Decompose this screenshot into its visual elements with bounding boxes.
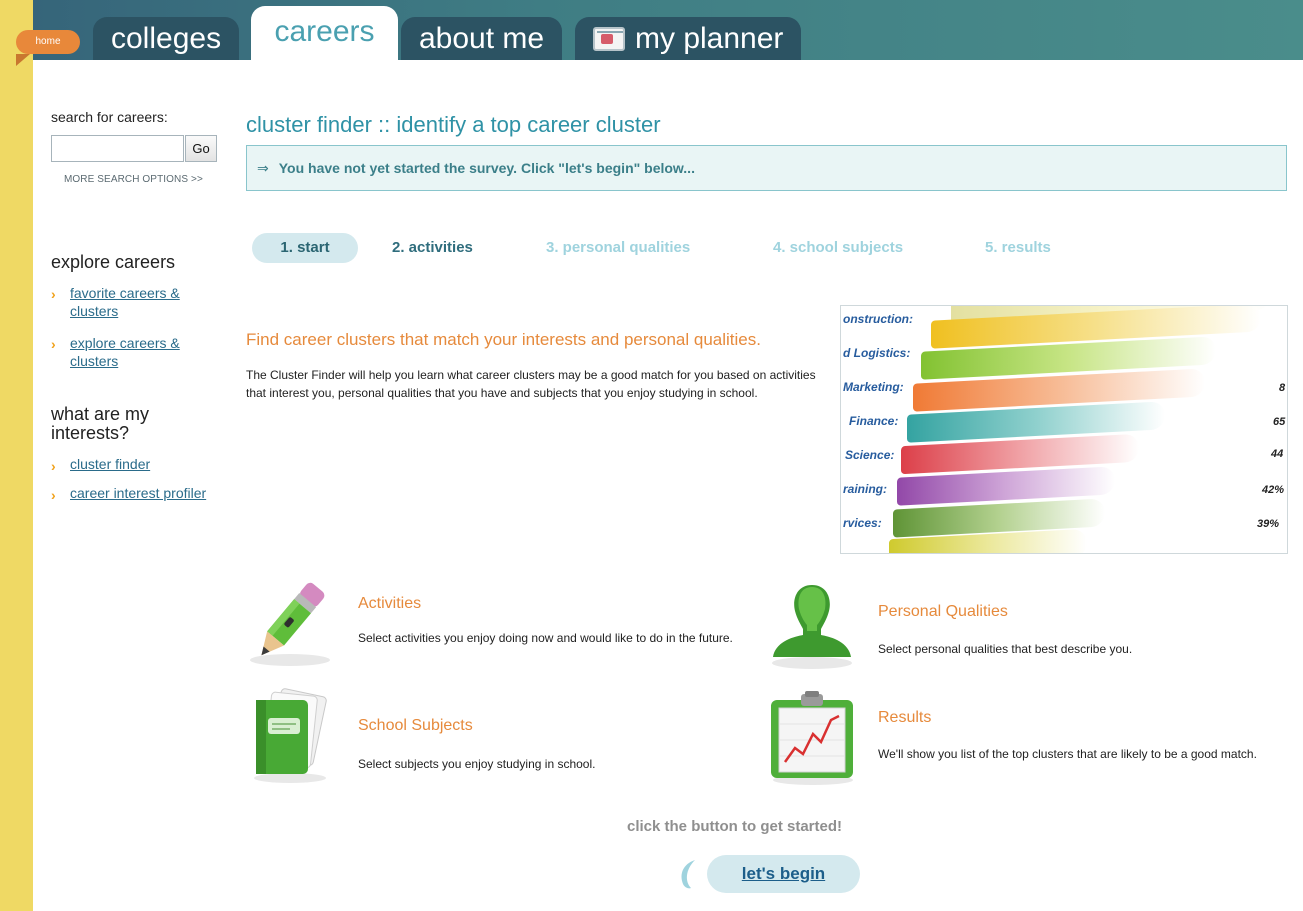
tab-about-me[interactable]: about me (401, 17, 563, 60)
personal-qualities-text: Select personal qualities that best desc… (878, 642, 1133, 656)
explore-careers-link-line1[interactable]: explore careers & (70, 335, 180, 351)
tab-about-me-label: about me (419, 22, 545, 55)
home-tab-notch (16, 54, 30, 66)
tab-my-planner-label: my planner (635, 22, 784, 55)
step-activities[interactable]: 2. activities (392, 233, 473, 263)
left-rail (0, 0, 33, 911)
hero-percent: 39% (1257, 518, 1280, 530)
hero-percent: 65 (1273, 416, 1286, 428)
home-tab[interactable]: home (16, 30, 80, 54)
hero-label: rvices: (843, 516, 882, 530)
career-interest-profiler-link-text[interactable]: career interest profiler (70, 485, 206, 501)
results-text: We'll show you list of the top clusters … (878, 747, 1257, 761)
tab-careers[interactable]: careers (251, 6, 398, 60)
activities-title: Activities (358, 595, 422, 612)
lets-begin-link[interactable]: let's begin (742, 864, 825, 883)
hero-label: Finance: (849, 414, 899, 428)
explore-careers-heading: explore careers (51, 252, 176, 272)
activities-text: Select activities you enjoy doing now an… (358, 631, 733, 645)
results-title: Results (878, 709, 932, 726)
page-title: cluster finder :: identify a top career … (246, 112, 661, 137)
more-search-options-link[interactable]: MORE SEARCH OPTIONS >> (64, 174, 203, 185)
hero-label: Science: (845, 448, 895, 462)
hero-percent: 42% (1262, 484, 1285, 496)
step-results: 5. results (985, 239, 1051, 256)
step-school-subjects: 4. school subjects (773, 239, 904, 256)
notebook-icon (254, 688, 327, 783)
tab-careers-label: careers (274, 15, 375, 48)
swoosh-icon (681, 860, 695, 889)
step-start[interactable]: 1. start (252, 233, 358, 263)
tab-colleges-label: colleges (111, 22, 222, 55)
school-subjects-text: Select subjects you enjoy studying in sc… (358, 757, 596, 771)
school-subjects-title: School Subjects (358, 717, 473, 734)
interests-heading-line1: what are my (51, 404, 150, 424)
hero-label: Marketing: (843, 380, 904, 394)
cluster-finder-link[interactable]: cluster finder (70, 456, 150, 472)
explore-careers-link[interactable]: explore careers & clusters (70, 334, 180, 370)
chevron-right-icon: › (51, 458, 56, 474)
hero-percent: 44 (1271, 448, 1284, 460)
person-icon (772, 585, 852, 669)
step-personal-qualities: 3. personal qualities (546, 239, 691, 256)
explore-careers-link-line2[interactable]: clusters (70, 353, 118, 369)
tab-my-planner[interactable]: my planner (575, 17, 802, 60)
favorite-careers-link-line2[interactable]: clusters (70, 303, 118, 319)
search-input[interactable] (51, 135, 184, 162)
chart-clipboard-icon (771, 691, 853, 785)
tab-colleges[interactable]: colleges (93, 17, 240, 60)
personal-qualities-title: Personal Qualities (878, 603, 1008, 620)
hero-percent: 8 (1279, 382, 1286, 394)
chevron-right-icon: › (51, 286, 56, 302)
intro-heading: Find career clusters that match your int… (246, 330, 761, 349)
interests-heading-line2: interests? (51, 423, 130, 443)
hero-label: d Logistics: (843, 346, 911, 360)
hero-label: onstruction: (843, 312, 913, 326)
cta-prompt: click the button to get started! (627, 818, 843, 835)
planner-icon (593, 27, 625, 51)
career-interest-profiler-link[interactable]: career interest profiler (70, 485, 206, 501)
arrow-right-icon: ⇒ (257, 160, 269, 176)
pencil-icon (250, 582, 330, 666)
chevron-right-icon: › (51, 487, 56, 503)
lets-begin-button[interactable]: let's begin (707, 855, 860, 893)
chevron-right-icon: › (51, 336, 56, 352)
favorite-careers-link[interactable]: favorite careers & clusters (70, 284, 180, 320)
intro-text: The Cluster Finder will help you learn w… (246, 368, 816, 400)
hero-chart-image: onstruction: d Logistics: Marketing: Fin… (840, 305, 1288, 554)
search-go-button[interactable]: Go (185, 135, 217, 162)
search-label: search for careers: (51, 109, 168, 125)
cluster-finder-link-text[interactable]: cluster finder (70, 456, 150, 472)
status-notice-text: You have not yet started the survey. Cli… (278, 160, 695, 176)
favorite-careers-link-line1[interactable]: favorite careers & (70, 285, 180, 301)
status-notice: ⇒ You have not yet started the survey. Cl… (246, 145, 1287, 191)
hero-label: raining: (843, 482, 887, 496)
